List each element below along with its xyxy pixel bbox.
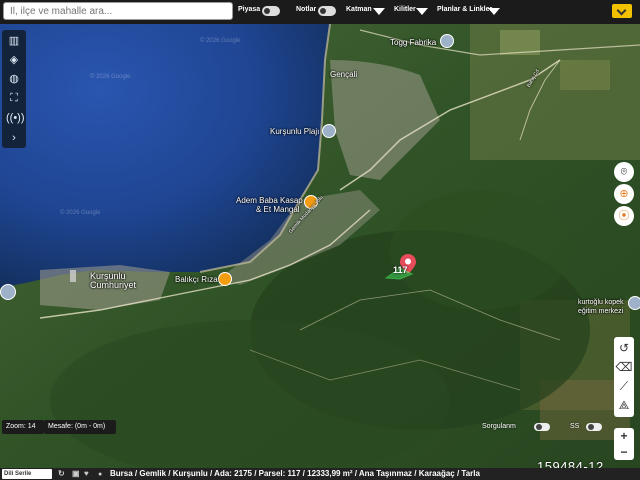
zoom-control: + − — [614, 428, 634, 460]
broadcast-icon[interactable]: ((•)) — [6, 110, 25, 126]
poi-label-kurtoglu: kurtoğlu kopek eğitim merkezi — [578, 299, 624, 315]
poi-label-adem-baba: Adem Baba Kasap & Et Mangal — [236, 196, 303, 214]
fullscreen-icon[interactable]: ⛶ — [6, 90, 22, 106]
save-icon[interactable]: ▣ — [72, 468, 80, 480]
parcel-number-label: 117 — [393, 265, 408, 275]
map-watermark: © 2026 Google — [200, 38, 241, 44]
query-toggles: Sorgulanm SS — [478, 420, 582, 434]
notlar-toggle[interactable] — [318, 6, 336, 16]
layers-icon[interactable]: ◈ — [6, 52, 22, 68]
piyasa-label: Piyasa — [238, 6, 261, 13]
expand-button[interactable] — [612, 4, 632, 18]
notlar-label: Notlar — [296, 6, 317, 13]
distance-readout: Mesafe: (0m - 0m) — [44, 420, 116, 434]
zoom-in-button[interactable]: + — [614, 428, 634, 444]
location-pin-icon[interactable] — [322, 124, 336, 138]
location-pin-icon[interactable] — [0, 284, 16, 300]
piyasa-toggle[interactable] — [262, 6, 280, 16]
map-watermark: © 2026 Google — [60, 210, 101, 216]
map-canvas[interactable] — [0, 0, 640, 480]
katman-menu[interactable]: Katman — [346, 6, 372, 13]
chevron-down-icon[interactable] — [373, 8, 385, 15]
zoom-search-icon[interactable]: ⊕ — [614, 184, 634, 204]
map-watermark: © 2026 Google — [90, 74, 131, 80]
globe-icon[interactable]: ◍ — [6, 71, 22, 87]
street-view-icon[interactable]: ⌾ — [614, 162, 634, 182]
area-measure-icon[interactable]: ⟁ — [614, 396, 634, 414]
zoom-out-button[interactable]: − — [614, 444, 634, 460]
top-toolbar: Piyasa Notlar Katman Kilitler Planlar & … — [0, 0, 640, 24]
right-tool-panel: ↺ ⌫ ⟋ ⟁ — [614, 337, 634, 417]
restaurant-icon[interactable] — [218, 272, 232, 286]
location-pin-icon[interactable] — [628, 296, 640, 310]
planlar-linkler-menu[interactable]: Planlar & Linkler — [437, 6, 492, 13]
satellite-imagery — [0, 0, 640, 480]
status-bar: Dili Serile ↻ ▣ ♥ ● Bursa / Gemlik / Kur… — [0, 468, 640, 480]
reset-icon[interactable]: ↺ — [614, 339, 634, 357]
poi-label-togg: Togg Fabrika — [390, 38, 437, 47]
sorgulanm-label: Sorgulanm — [482, 423, 516, 430]
eraser-icon[interactable]: ⌫ — [614, 358, 634, 376]
zoom-readout: Zoom: 14 — [2, 420, 44, 434]
sorgulanm-toggle[interactable] — [534, 423, 550, 431]
map-view-icon[interactable]: ▥ — [6, 33, 22, 49]
pin-icon[interactable]: ● — [98, 469, 102, 480]
kilitler-menu[interactable]: Kilitler — [394, 6, 416, 13]
refresh-icon[interactable]: ↻ — [58, 468, 65, 480]
chevron-down-icon[interactable] — [488, 8, 500, 15]
favorite-icon[interactable]: ♥ — [84, 468, 89, 480]
location-icon[interactable]: ⦿ — [614, 206, 634, 226]
view-select[interactable]: Dili Serile — [2, 469, 52, 479]
ss-toggle[interactable] — [586, 423, 602, 431]
place-label-gencali: Gençali — [330, 70, 358, 79]
chevron-right-icon[interactable]: › — [6, 130, 22, 146]
poi-label-balikci: Balıkçı Rıza — [175, 275, 218, 284]
place-label-kursunlu: Kurşunlu Cumhuriyet — [90, 271, 137, 290]
ruler-icon[interactable]: ⟋ — [614, 377, 634, 395]
poi-label-plaji: Kurşunlu Plajı — [270, 127, 320, 136]
location-pin-icon[interactable] — [440, 34, 454, 48]
parcel-info-text: Bursa / Gemlik / Kurşunlu / Ada: 2175 / … — [110, 469, 480, 478]
search-input[interactable] — [3, 2, 233, 20]
left-tool-panel: ▥ ◈ ◍ ⛶ ((•)) › — [2, 30, 26, 148]
ss-label: SS — [570, 423, 580, 430]
chevron-down-icon[interactable] — [416, 8, 428, 15]
